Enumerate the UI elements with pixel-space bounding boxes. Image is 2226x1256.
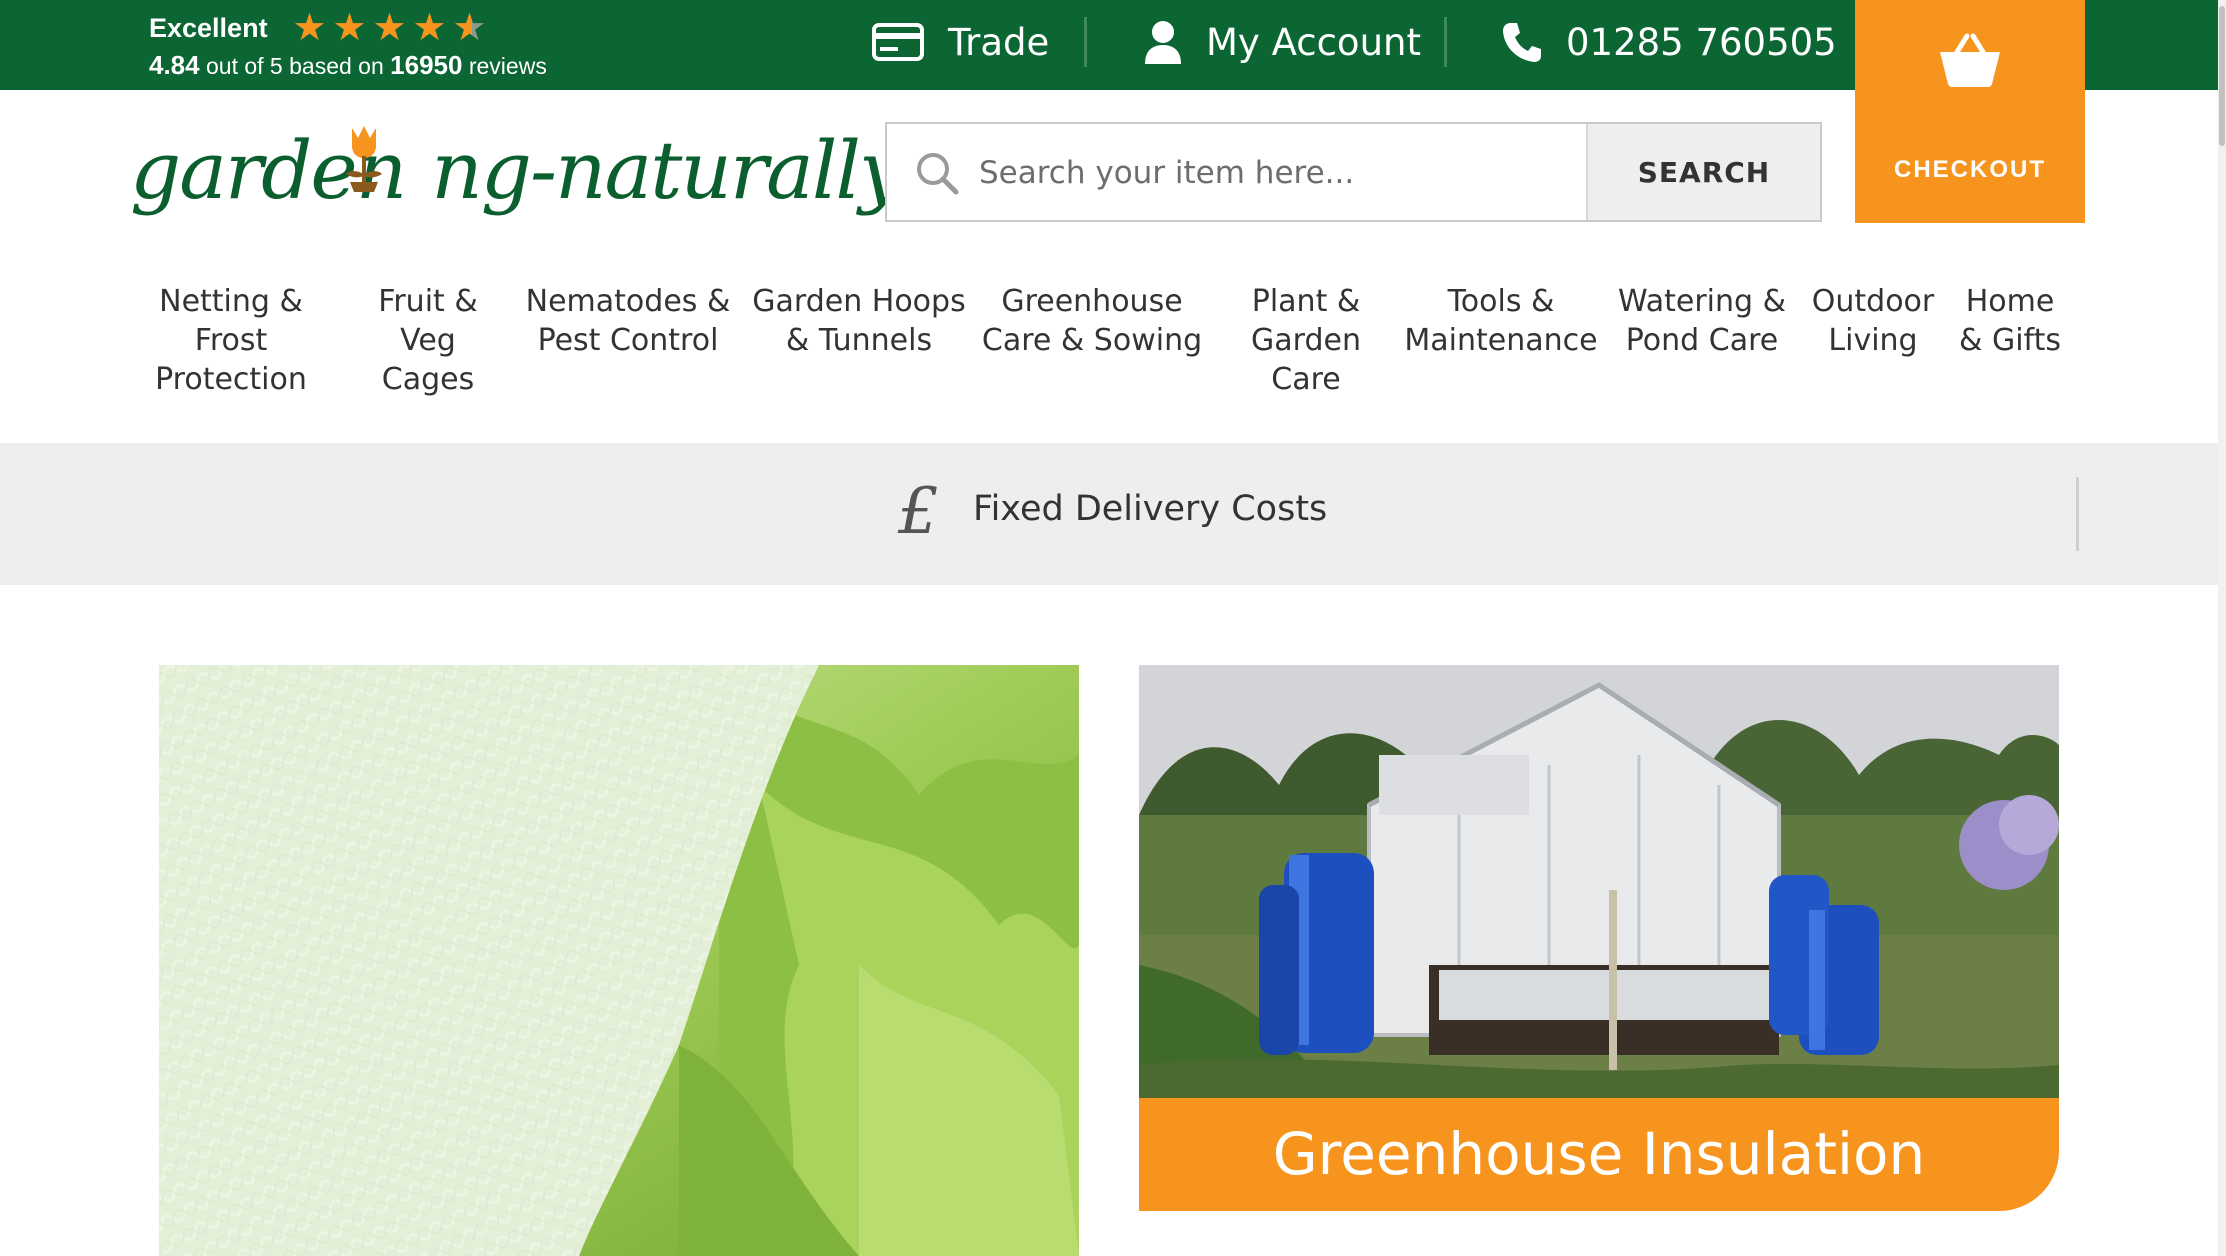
logo-text-end: ng-naturally xyxy=(431,124,904,217)
nav-label-line: Home xyxy=(1965,284,2055,319)
page-scrollbar[interactable] xyxy=(2218,0,2226,1256)
card-caption: Greenhouse Insulation xyxy=(1139,1098,2059,1211)
nav-label-line: Nematodes & xyxy=(525,284,731,319)
nav-label-line: Greenhouse xyxy=(1001,284,1183,319)
delivery-banner: £ Fixed Delivery Costs xyxy=(0,443,2226,585)
greenhouse-photo xyxy=(1139,665,2059,1105)
netting-promo-card[interactable] xyxy=(159,665,1079,1256)
nav-item-outdoor-living[interactable]: Outdoor Living xyxy=(1812,282,1934,360)
card-icon xyxy=(872,23,924,61)
nav-item-netting-frost-protection[interactable]: Netting & Frost Protection xyxy=(155,282,307,399)
nav-label-line: Protection xyxy=(155,362,307,397)
review-rating-widget[interactable]: Excellent ★ ★ ★ ★ ★ 4.84 out of 5 based … xyxy=(149,8,547,81)
star-icon: ★ xyxy=(332,7,367,49)
delivery-message: Fixed Delivery Costs xyxy=(973,489,1328,529)
star-icon: ★ xyxy=(372,7,407,49)
rating-score: 4.84 xyxy=(149,50,200,80)
rating-summary: 4.84 out of 5 based on 16950 reviews xyxy=(149,50,547,81)
nav-label-line: Plant & xyxy=(1251,284,1361,319)
rating-reviews-word: reviews xyxy=(468,53,547,79)
divider xyxy=(2076,477,2079,551)
pound-icon: £ xyxy=(898,475,939,549)
nav-item-tools-maintenance[interactable]: Tools & Maintenance xyxy=(1404,282,1597,360)
nav-item-plant-garden-care[interactable]: Plant & Garden Care xyxy=(1251,282,1361,399)
phone-icon xyxy=(1503,23,1541,62)
nav-label-line: Care & Sowing xyxy=(981,323,1203,358)
checkout-label: CHECKOUT xyxy=(1894,156,2046,183)
search-button[interactable]: SEARCH xyxy=(1586,124,1820,220)
site-logo[interactable]: garden ng-naturally xyxy=(130,110,904,230)
nav-item-home-gifts[interactable]: Home & Gifts xyxy=(1959,282,2061,360)
basket-icon xyxy=(1940,33,2000,87)
my-account-link[interactable]: My Account xyxy=(1144,0,1421,84)
nav-label-line: Tools & xyxy=(1447,284,1555,319)
logo-text: garden ng-naturally xyxy=(130,124,904,217)
star-icon: ★ xyxy=(292,7,327,49)
nav-label-line: Garden xyxy=(1251,323,1361,358)
user-icon xyxy=(1145,21,1181,64)
nav-item-watering-pond-care[interactable]: Watering & Pond Care xyxy=(1618,282,1786,360)
greenhouse-insulation-card[interactable]: Greenhouse Insulation xyxy=(1139,665,2059,1211)
rating-out-of: out of 5 based on xyxy=(206,53,384,79)
rating-stars: ★ ★ ★ ★ ★ xyxy=(290,9,490,47)
nav-label-line: & Tunnels xyxy=(785,323,933,358)
phone-link[interactable]: 01285 760505 xyxy=(1502,0,1837,84)
nav-item-nematodes-pest-control[interactable]: Nematodes & Pest Control xyxy=(526,282,731,360)
nav-label-line: Frost xyxy=(194,323,268,358)
nav-label-line: Outdoor xyxy=(1811,284,1935,319)
nav-label-line: Pond Care xyxy=(1625,323,1779,358)
nav-label-line: Pest Control xyxy=(537,323,719,358)
nav-label-line: Garden Hoops xyxy=(752,284,966,319)
rating-review-count: 16950 xyxy=(390,50,463,80)
nav-label-line: & Gifts xyxy=(1959,323,2061,358)
nav-item-greenhouse-care-sowing[interactable]: Greenhouse Care & Sowing xyxy=(982,282,1202,360)
nav-label-line: Care xyxy=(1271,362,1341,397)
nav-item-garden-hoops-tunnels[interactable]: Garden Hoops & Tunnels xyxy=(752,282,965,360)
checkout-button[interactable]: CHECKOUT xyxy=(1855,0,2085,223)
nav-item-fruit-veg-cages[interactable]: Fruit & Veg Cages xyxy=(378,282,477,399)
nav-label-line: Veg xyxy=(400,323,456,358)
nav-label-line: Cages xyxy=(381,362,475,397)
divider xyxy=(1084,17,1087,67)
scrollbar-thumb[interactable] xyxy=(2219,6,2225,146)
my-account-label: My Account xyxy=(1206,20,1421,64)
netting-photo xyxy=(159,665,1079,1256)
flower-logo-icon xyxy=(346,126,382,192)
nav-label-line: Netting & xyxy=(159,284,303,319)
phone-number: 01285 760505 xyxy=(1566,20,1837,64)
trade-link[interactable]: Trade xyxy=(872,0,1049,84)
nav-label-line: Living xyxy=(1828,323,1918,358)
nav-label-line: Maintenance xyxy=(1404,323,1598,358)
divider xyxy=(1444,17,1447,67)
rating-word: Excellent xyxy=(149,12,268,43)
search-bar: SEARCH xyxy=(885,122,1822,222)
trade-label: Trade xyxy=(948,20,1050,64)
search-input[interactable] xyxy=(977,124,1661,222)
nav-label-line: Watering & xyxy=(1617,284,1787,319)
half-star-icon: ★ xyxy=(450,9,490,47)
nav-label-line: Fruit & xyxy=(378,284,478,319)
star-icon: ★ xyxy=(412,7,447,49)
search-icon xyxy=(917,153,959,195)
main-navigation: Netting & Frost Protection Fruit & Veg C… xyxy=(0,282,2226,432)
